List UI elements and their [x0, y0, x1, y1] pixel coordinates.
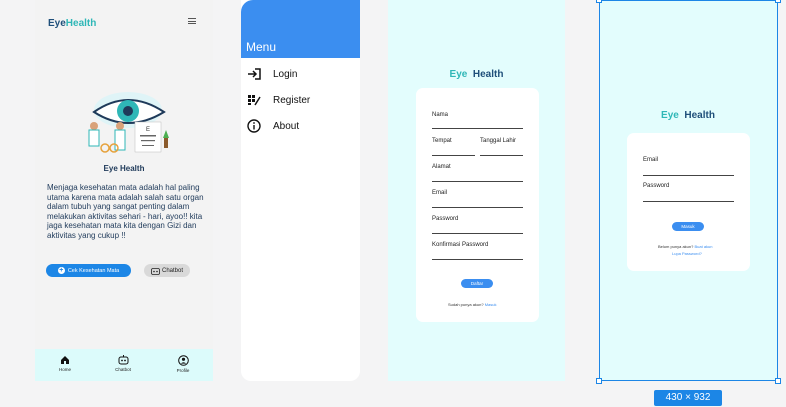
email-input[interactable]	[432, 207, 523, 208]
lupa-password-link[interactable]: Lupa Password?	[672, 251, 702, 256]
robot-icon	[151, 267, 160, 275]
eye-doctor-illustration: E	[88, 92, 169, 153]
login-password-label: Password	[643, 183, 670, 189]
email-label: Email	[432, 190, 448, 196]
menu-item-about-label: About	[273, 120, 300, 132]
bottom-navigation: Home Chatbot Profile	[35, 349, 213, 381]
password-input[interactable]	[432, 233, 523, 234]
nama-input[interactable]	[432, 128, 523, 129]
nav-profile-label: Profile	[176, 368, 190, 373]
menu-item-about[interactable]: About	[247, 118, 357, 134]
nav-profile[interactable]: Profile	[163, 355, 203, 373]
konfirmasi-password-input[interactable]	[432, 259, 523, 260]
daftar-button[interactable]: Daftar	[461, 279, 493, 288]
menu-item-login-label: Login	[273, 68, 298, 80]
tempat-label: Tempat	[432, 138, 452, 144]
info-icon	[247, 119, 261, 133]
nav-chatbot[interactable]: Chatbot	[103, 355, 143, 372]
home-screen: EyeHealth E Eye Health Menjaga kesehatan…	[35, 0, 213, 381]
menu-screen: Menu Login Register About	[241, 0, 360, 381]
alamat-label: Alamat	[432, 164, 451, 170]
login-email-input[interactable]	[643, 175, 734, 176]
alamat-input[interactable]	[432, 181, 523, 182]
login-app-title: Eye Health	[600, 110, 776, 121]
chatbot-button[interactable]: Chatbot	[144, 264, 190, 277]
login-title-health: Health	[684, 110, 715, 121]
nav-chatbot-label: Chatbot	[115, 367, 131, 372]
register-footer-text: Sudah punya akun?	[448, 302, 484, 307]
logo-eye-text: Eye	[48, 18, 66, 29]
resize-handle-bottom-left[interactable]	[596, 378, 602, 384]
forgot-password-row: Lupa Password?	[672, 251, 702, 256]
password-label: Password	[432, 216, 459, 222]
tanggal-lahir-label: Tanggal Lahir	[480, 138, 517, 144]
menu-item-login[interactable]: Login	[247, 66, 357, 82]
nama-label: Nama	[432, 112, 449, 118]
nav-home[interactable]: Home	[45, 355, 85, 372]
register-title-eye: Eye	[449, 69, 468, 80]
svg-text:E: E	[146, 127, 150, 133]
logo-health-text: Health	[65, 18, 97, 29]
nav-home-label: Home	[58, 367, 71, 372]
resize-handle-top-right[interactable]	[775, 0, 781, 3]
masuk-button[interactable]: Masuk	[672, 222, 704, 231]
register-form-card: Nama Tempat Tanggal Lahir Alamat Email P…	[416, 88, 539, 322]
home-icon	[61, 356, 69, 364]
no-account-text: Belum punya akun?	[658, 244, 694, 249]
menu-item-register-label: Register	[273, 94, 311, 106]
app-logo: EyeHealth	[48, 18, 96, 29]
login-screen: Eye Health Email Password Masuk Belum pu…	[599, 0, 778, 381]
konfirmasi-password-label: Konfirmasi Password	[432, 242, 489, 248]
chatbot-icon	[118, 355, 128, 365]
masuk-link[interactable]: Masuk	[485, 302, 497, 307]
plus-icon: +	[57, 267, 65, 274]
resize-handle-bottom-right[interactable]	[775, 378, 781, 384]
menu-title: Menu	[246, 40, 277, 54]
register-footer: Sudah punya akun? Masuk	[448, 302, 497, 307]
register-screen: Eye Health Nama Tempat Tanggal Lahir Ala…	[388, 0, 565, 381]
login-title-eye: Eye	[661, 110, 679, 121]
chatbot-button-label: Chatbot	[161, 267, 183, 274]
tanggal-lahir-input[interactable]	[480, 155, 523, 156]
register-icon	[248, 95, 261, 106]
buat-akun-link[interactable]: Buat akun	[694, 244, 712, 249]
register-title-health: Health	[472, 69, 504, 80]
frame-size-badge: 430 × 932	[654, 390, 722, 406]
login-form-card: Email Password Masuk Belum punya akun? B…	[627, 133, 750, 271]
menu-item-register[interactable]: Register	[247, 92, 357, 108]
tempat-input[interactable]	[432, 155, 475, 156]
login-icon	[248, 68, 261, 80]
profile-icon	[177, 355, 189, 366]
register-app-title: Eye Health	[388, 69, 565, 80]
login-register-prompt: Belum punya akun? Buat akun	[658, 244, 713, 249]
login-email-label: Email	[643, 157, 659, 163]
hamburger-menu-icon[interactable]	[188, 18, 196, 24]
cek-kesehatan-label: Cek Kesehatan Mata	[67, 267, 120, 274]
cek-kesehatan-button[interactable]: + Cek Kesehatan Mata	[46, 264, 131, 277]
login-password-input[interactable]	[643, 201, 734, 202]
hero-title: Eye Health	[103, 164, 145, 173]
description-text: Menjaga kesehatan mata adalah hal paling…	[47, 183, 204, 240]
resize-handle-top-left[interactable]	[596, 0, 602, 3]
